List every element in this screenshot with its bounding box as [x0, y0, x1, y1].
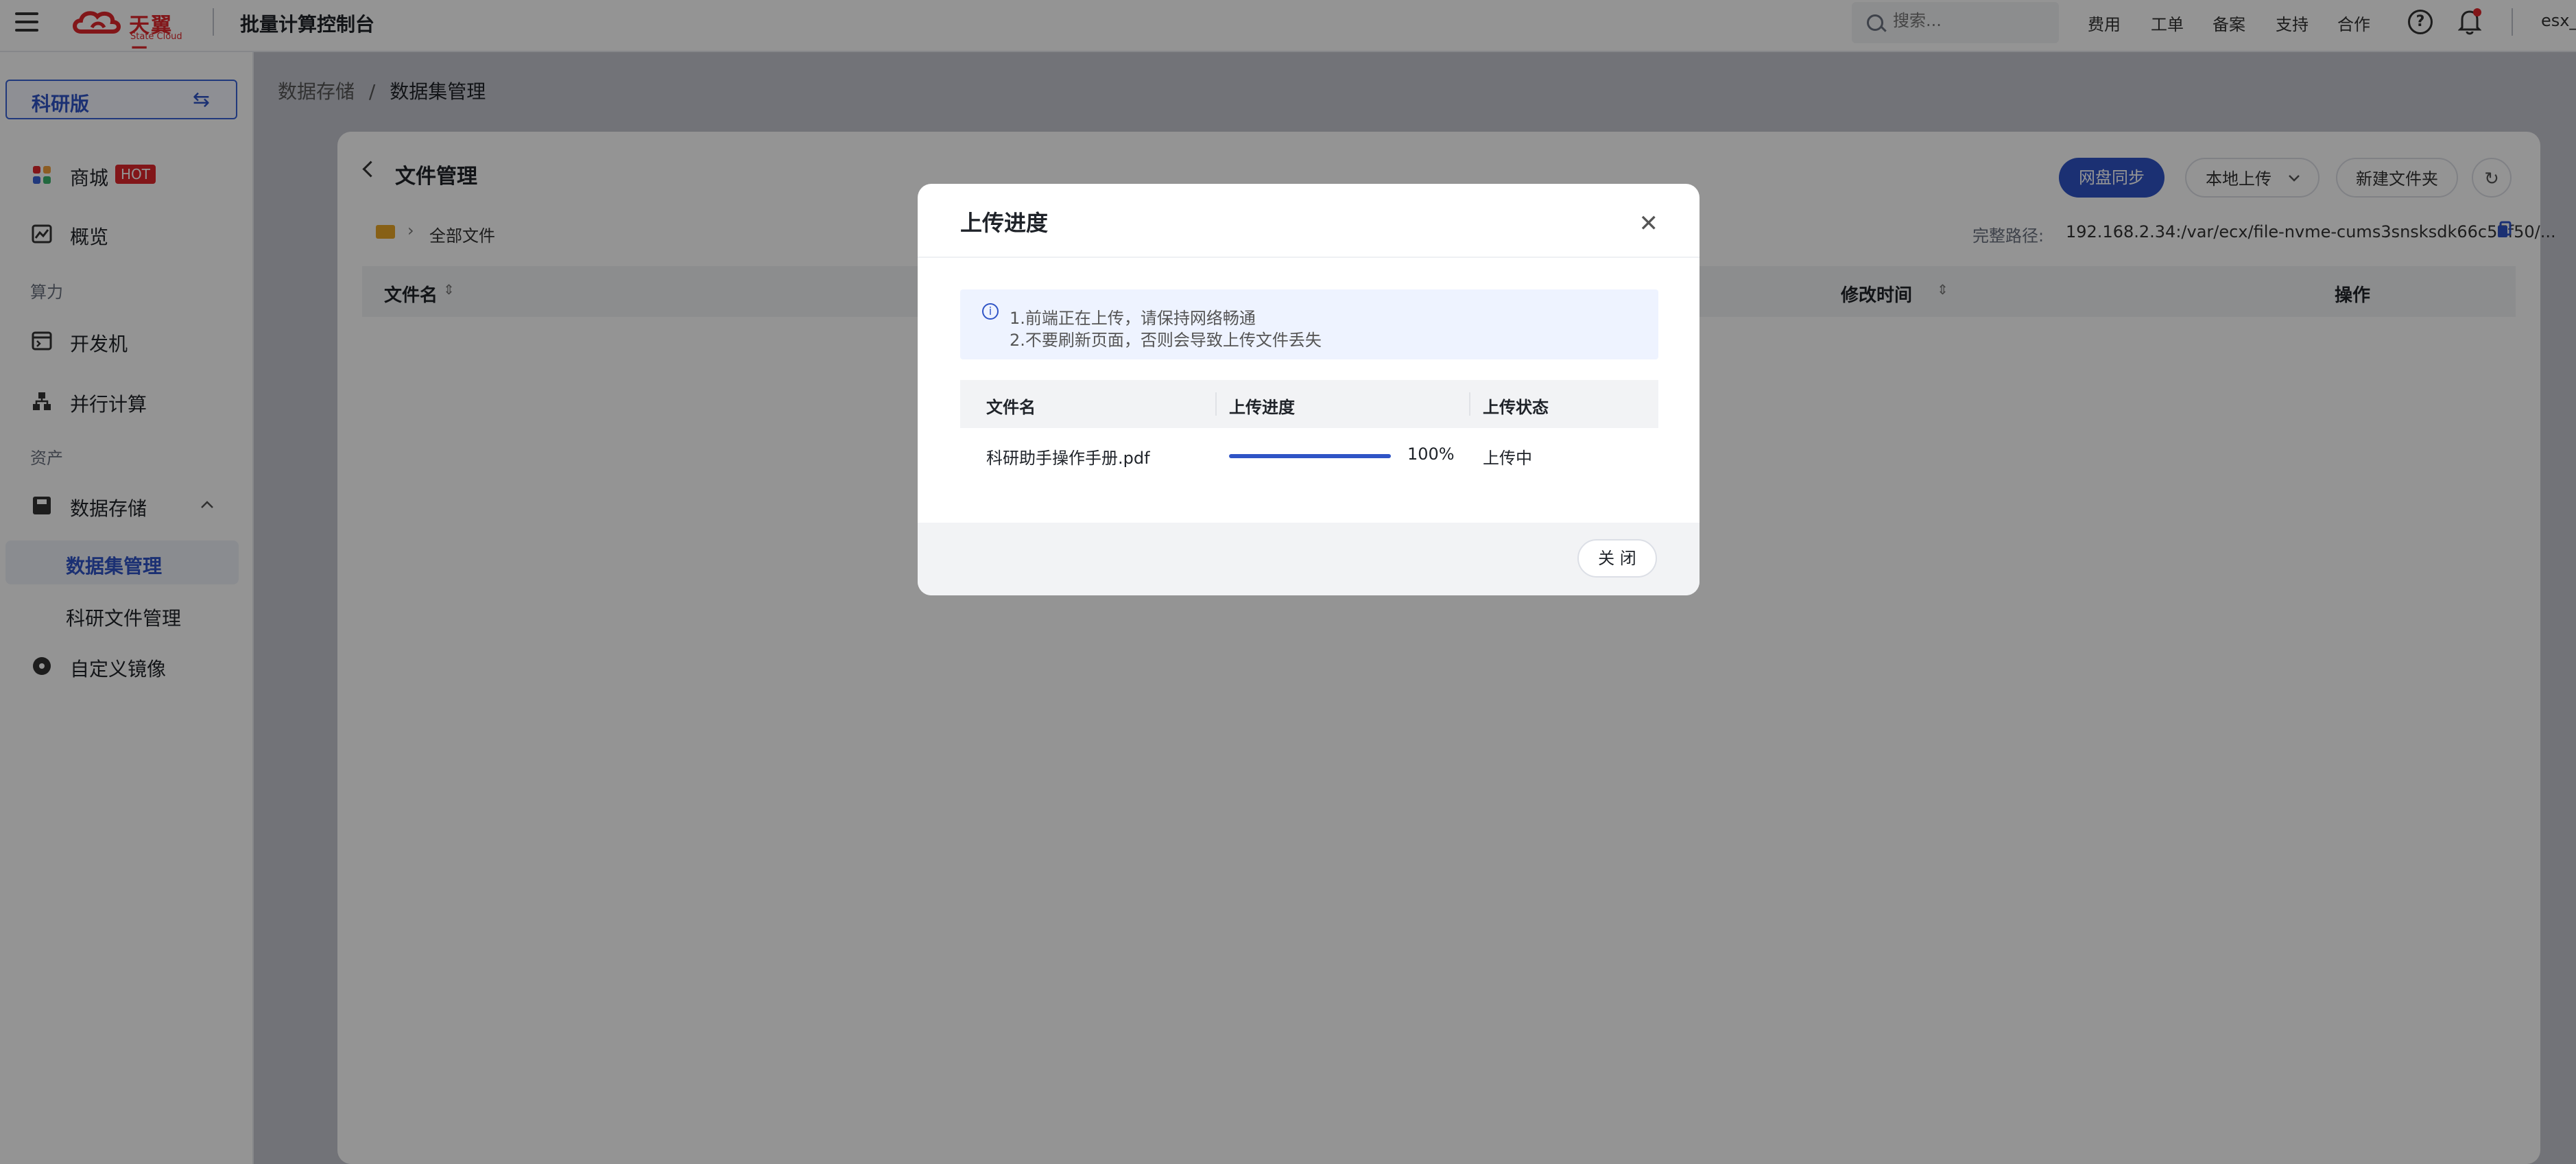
column-status: 上传状态 [1483, 398, 1549, 417]
dialog-divider [918, 257, 1700, 258]
progress-bar [1229, 454, 1391, 458]
table-row: 科研助手操作手册.pdf 100% 上传中 [960, 428, 1658, 483]
upload-notice: i 1.前端正在上传，请保持网络畅通 2.不要刷新页面，否则会导致上传文件丢失 [960, 289, 1658, 359]
notice-line-1: 1.前端正在上传，请保持网络畅通 [1010, 309, 1256, 328]
close-icon[interactable]: ✕ [1639, 210, 1659, 237]
upload-progress-dialog: 上传进度 ✕ i 1.前端正在上传，请保持网络畅通 2.不要刷新页面，否则会导致… [918, 184, 1700, 595]
dialog-title: 上传进度 [960, 210, 1049, 236]
upload-status: 上传中 [1483, 449, 1532, 468]
dialog-footer: 关 闭 [918, 523, 1700, 595]
column-file-name: 文件名 [986, 398, 1036, 417]
upload-table-header: 文件名 上传进度 上传状态 [960, 380, 1658, 428]
progress-percent: 100% [1407, 444, 1455, 464]
close-button[interactable]: 关 闭 [1577, 539, 1657, 578]
column-divider [1215, 392, 1217, 416]
notice-line-2: 2.不要刷新页面，否则会导致上传文件丢失 [1010, 331, 1322, 350]
info-icon: i [982, 303, 999, 320]
column-divider [1469, 392, 1470, 416]
file-name: 科研助手操作手册.pdf [986, 449, 1150, 468]
column-progress: 上传进度 [1229, 398, 1295, 417]
